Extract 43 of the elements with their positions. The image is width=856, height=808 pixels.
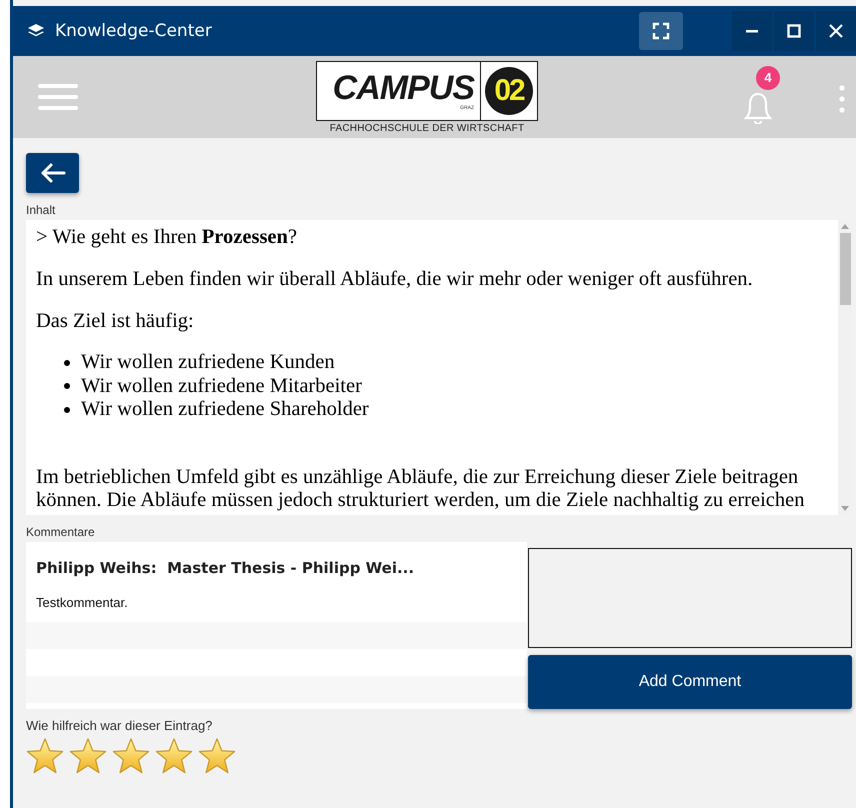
star-filled-icon[interactable]: [26, 737, 64, 775]
section-label: Inhalt: [26, 203, 56, 219]
fullscreen-button[interactable]: [639, 12, 683, 50]
paragraph: Das Ziel ist häufig:: [36, 310, 195, 333]
rating-question: Wie hilfreich war dieser Eintrag?: [26, 718, 212, 735]
paragraph: In unserem Leben finden wir überall Abläufe, die wir mehr oder weniger oft ausführen.: [36, 268, 754, 291]
logo-wordmark: CAMPUS: [332, 70, 474, 104]
more-options-button[interactable]: [838, 84, 846, 114]
comment-title: Philipp Weihs: Master Thesis - Philipp Wei...: [36, 559, 416, 577]
back-arrow-icon: [40, 162, 66, 184]
comment-input[interactable]: [528, 548, 852, 648]
list-item: Wir wollen zufriedene Mitarbeiter: [81, 374, 362, 398]
notification-badge: 4: [756, 66, 780, 90]
logo-tagline: FACHHOCHSCHULE DER WIRTSCHAFT: [330, 122, 524, 134]
scroll-up-icon[interactable]: [841, 224, 849, 229]
logo-number: 02: [485, 66, 533, 114]
menu-button[interactable]: [38, 82, 78, 112]
back-button[interactable]: [26, 153, 79, 193]
section-label: Kommentare: [26, 525, 95, 541]
bullet-icon: [64, 406, 70, 413]
star-filled-icon[interactable]: [69, 737, 107, 775]
star-filled-icon[interactable]: [198, 737, 236, 775]
star-filled-icon[interactable]: [112, 737, 150, 775]
fullscreen-icon: [652, 22, 670, 40]
window-title: Knowledge-Center: [55, 21, 212, 41]
close-button[interactable]: [816, 11, 856, 51]
star-filled-icon[interactable]: [155, 737, 193, 775]
bullet-icon: [64, 383, 70, 390]
comment-text: Testkommentar.: [36, 595, 129, 610]
maximize-button[interactable]: [774, 11, 814, 51]
minimize-icon: [745, 30, 759, 32]
add-comment-button[interactable]: Add Comment: [528, 655, 852, 709]
bullet-icon: [64, 360, 70, 366]
bell-icon[interactable]: [744, 92, 772, 124]
close-icon: [829, 24, 843, 38]
paragraph: Im betrieblichen Umfeld gibt es unzählige Abläufe, die zur Erreichung dieser Ziele beitragen können. Die Abläufe müssen jedoch strukturiert werden, um die Ziele nachhaltig zu erreichen: [36, 466, 806, 512]
scroll-down-icon[interactable]: [841, 506, 849, 511]
list-item: Wir wollen zufriedene Shareholder: [81, 398, 369, 422]
paragraph: > Wie geht es Ihren Prozessen?: [36, 226, 298, 249]
layers-icon: [27, 23, 45, 39]
list-item: Wir wollen zufriedene Kunden: [81, 351, 335, 374]
scroll-thumb[interactable]: [840, 233, 850, 305]
maximize-icon: [787, 24, 801, 38]
